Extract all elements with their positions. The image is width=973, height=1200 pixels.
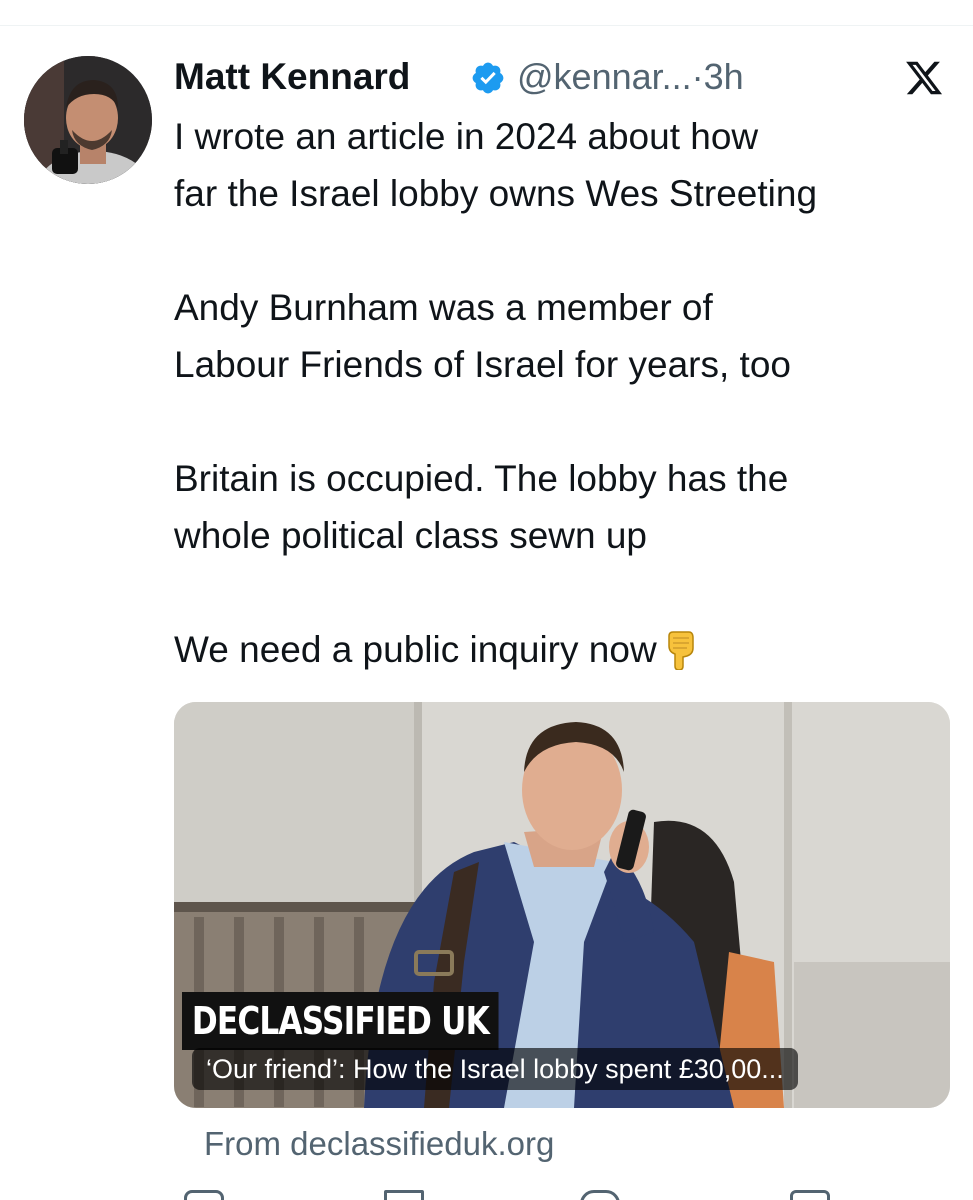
text-line: Britain is occupied. The lobby has the xyxy=(174,458,789,499)
like-icon[interactable] xyxy=(580,1190,620,1200)
text-line: far the Israel lobby owns Wes Streeting xyxy=(174,173,818,214)
avatar[interactable] xyxy=(24,56,152,184)
top-divider xyxy=(0,25,973,26)
text-line-with-emoji: We need a public inquiry now xyxy=(174,621,964,678)
share-icon[interactable] xyxy=(790,1190,830,1200)
tweet-time[interactable]: 3h xyxy=(704,56,744,97)
text-line: I wrote an article in 2024 about how xyxy=(174,116,759,157)
declassified-uk-logo: DECLASSIFIED UK xyxy=(182,992,499,1050)
x-logo-icon[interactable] xyxy=(904,58,944,98)
handle-and-time[interactable]: @kennar...·3h xyxy=(517,54,744,100)
avatar-image xyxy=(24,56,152,184)
action-bar xyxy=(170,1186,970,1200)
tweet-text: I wrote an article in 2024 about how far… xyxy=(174,108,964,678)
author-handle[interactable]: @kennar... xyxy=(517,56,692,97)
tweet-header: Matt Kennard @kennar...·3h xyxy=(174,54,944,100)
link-card[interactable]: DECLASSIFIED UK ‘Our friend’: How the Is… xyxy=(174,702,950,1108)
pointing-down-emoji-icon xyxy=(667,631,694,670)
link-source[interactable]: From declassifieduk.org xyxy=(204,1122,554,1166)
text-line: Labour Friends of Israel for years, too xyxy=(174,344,791,385)
text-line: whole political class sewn up xyxy=(174,515,648,556)
text-line: Andy Burnham was a member of xyxy=(174,287,713,328)
verified-badge-icon xyxy=(472,62,504,94)
reply-icon[interactable] xyxy=(184,1190,224,1200)
link-card-title[interactable]: ‘Our friend’: How the Israel lobby spent… xyxy=(192,1048,798,1090)
text-line: We need a public inquiry now xyxy=(174,629,657,670)
retweet-icon[interactable] xyxy=(384,1190,424,1200)
separator: · xyxy=(691,56,704,97)
author-name[interactable]: Matt Kennard xyxy=(174,54,410,100)
